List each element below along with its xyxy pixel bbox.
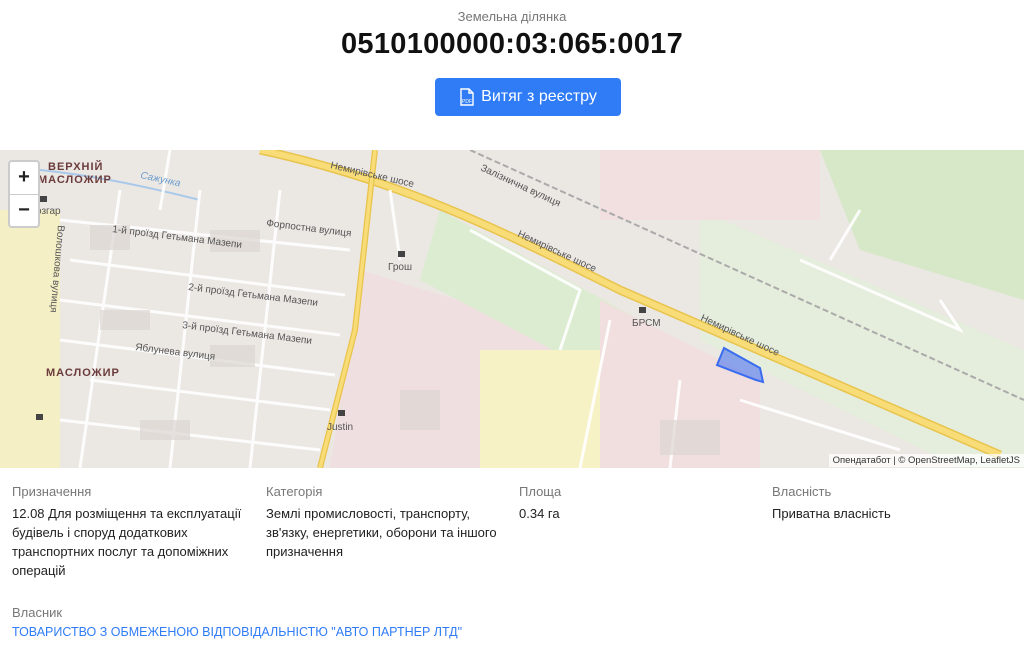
map-attribution[interactable]: Опендатабот | © OpenStreetMap, LeafletJS: [828, 454, 1024, 467]
shop-icon-3: [36, 414, 43, 420]
map-view[interactable]: ВЕРХНІЙ МАСЛОЖИР МАСЛОЖИР Сажунка Немирі…: [0, 150, 1024, 468]
zoom-in-button[interactable]: +: [10, 162, 38, 194]
svg-text:PDF: PDF: [462, 99, 472, 105]
area-label: Площа: [519, 484, 562, 499]
area-value: 0.34 га: [519, 506, 560, 521]
category-value: Землі промисловості, транспорту, зв'язку…: [266, 506, 497, 559]
fuel-icon: [639, 307, 646, 313]
area-block: Площа 0.34 га: [519, 484, 719, 523]
post-icon: [338, 410, 345, 416]
cadastral-number: 0510100000:03:065:0017: [340, 28, 683, 60]
page-header: Земельна ділянка 0510100000:03:065:0017 …: [0, 0, 1024, 150]
shop-icon-2: [40, 196, 47, 202]
ownership-value: Приватна власність: [772, 506, 891, 521]
map-label-district2: МАСЛОЖИР: [46, 367, 120, 379]
zoom-out-button[interactable]: −: [10, 194, 38, 226]
purpose-block: Призначення 12.08 Для розміщення та експ…: [12, 484, 248, 580]
map-tiles: ВЕРХНІЙ МАСЛОЖИР МАСЛОЖИР Сажунка Немирі…: [0, 150, 1024, 468]
owner-label: Власник: [12, 605, 63, 620]
map-label-district1-line2: МАСЛОЖИР: [38, 174, 112, 186]
map-label-poi2: БРСМ: [632, 318, 661, 329]
registry-extract-label: Витяг з реєстру: [481, 88, 597, 105]
purpose-label: Призначення: [12, 484, 92, 499]
zoom-control: + −: [8, 160, 40, 228]
owner-block: Власник ТОВАРИСТВО З ОБМЕЖЕНОЮ ВІДПОВІДА…: [12, 605, 462, 639]
map-label-poi3: Justin: [327, 422, 353, 433]
shop-icon: [398, 251, 405, 257]
registry-extract-button[interactable]: PDF Витяг з реєстру: [435, 78, 621, 116]
ownership-block: Власність Приватна власність: [772, 484, 1012, 523]
page-subtitle: Земельна ділянка: [457, 9, 567, 24]
pdf-icon: PDF: [460, 88, 474, 106]
category-label: Категорія: [266, 484, 323, 499]
ownership-label: Власність: [772, 484, 832, 499]
category-block: Категорія Землі промисловості, транспорт…: [266, 484, 502, 561]
map-label-district1-line1: ВЕРХНІЙ: [48, 160, 103, 173]
purpose-value: 12.08 Для розміщення та експлуатації буд…: [12, 506, 242, 578]
map-label-poi1: Грош: [388, 262, 412, 273]
owner-link[interactable]: ТОВАРИСТВО З ОБМЕЖЕНОЮ ВІДПОВІДАЛЬНІСТЮ …: [12, 625, 462, 639]
